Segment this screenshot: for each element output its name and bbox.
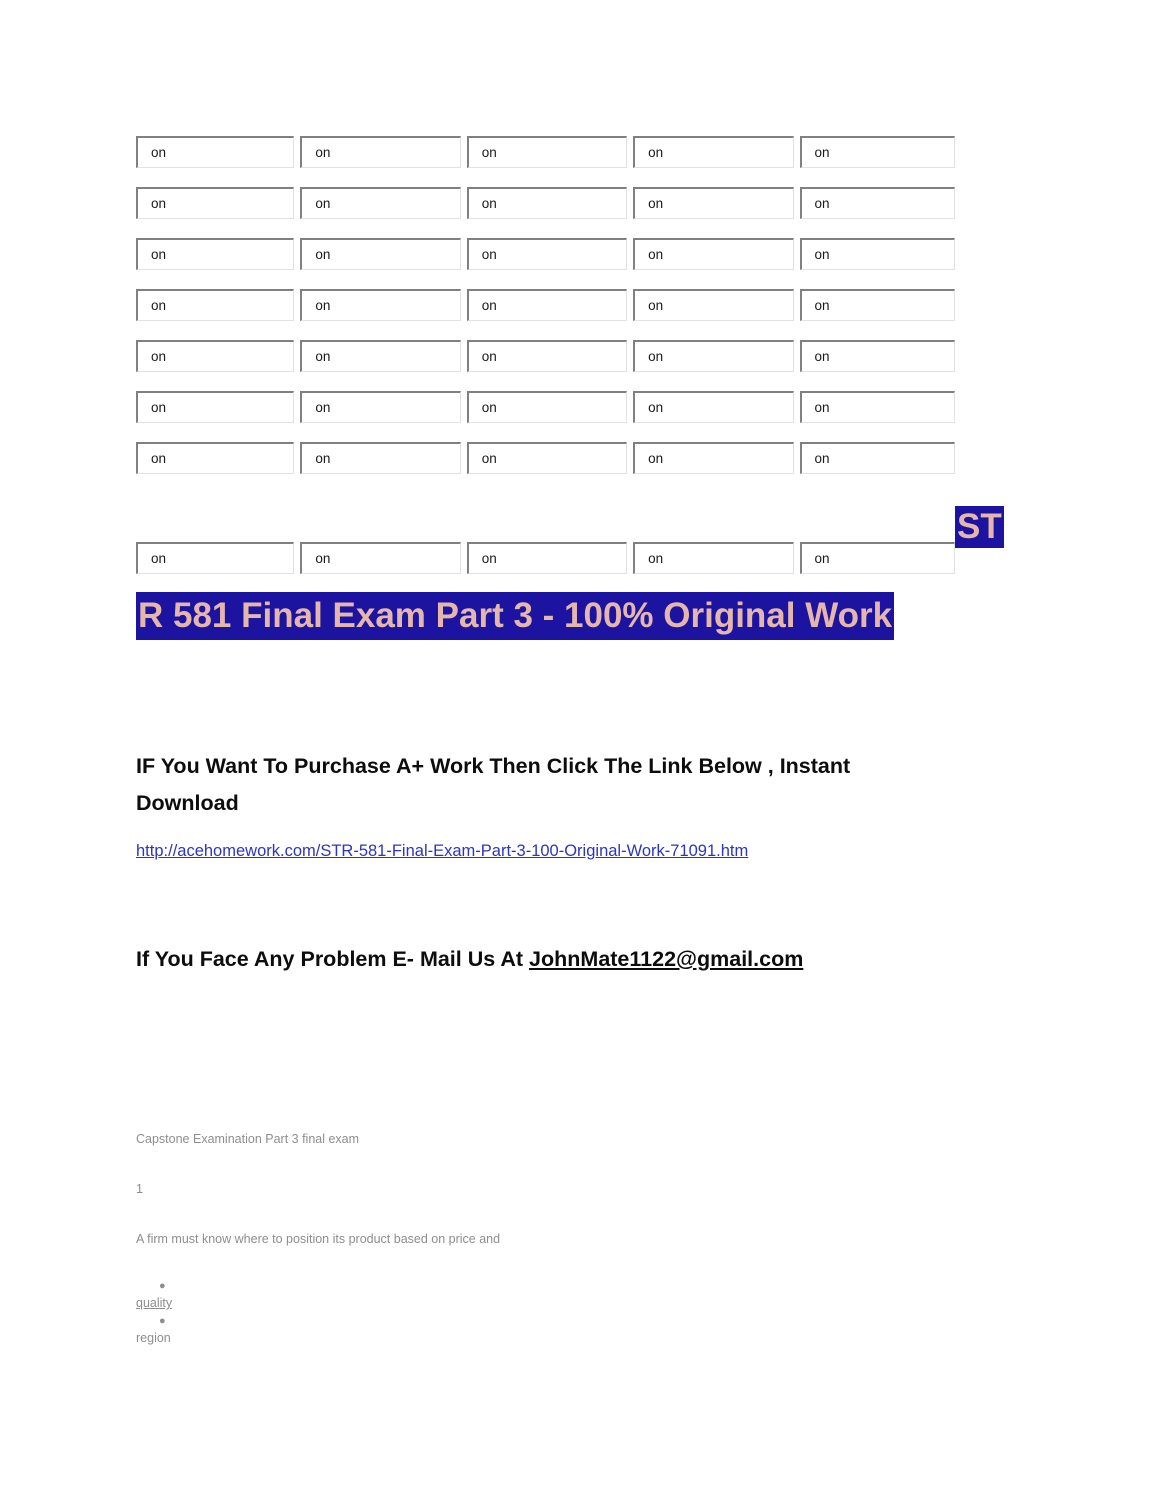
form-field-cell[interactable]: on [799, 391, 955, 423]
form-field-cell[interactable]: on [633, 391, 794, 423]
form-field-row: on on on on on [136, 391, 955, 423]
form-field-cell[interactable]: on [136, 340, 295, 372]
answer-option-label: quality [136, 1296, 173, 1310]
form-field-row: on on on on on [136, 442, 955, 474]
form-field-cell[interactable]: on [466, 542, 628, 574]
form-field-cell[interactable]: on [633, 289, 794, 321]
bullet-icon: ● [159, 1315, 166, 1327]
form-field-cell[interactable]: on [633, 136, 794, 168]
form-field-row: on on on on on [136, 187, 955, 219]
form-field-cell[interactable]: on [466, 289, 628, 321]
form-field-cell[interactable]: on [300, 442, 461, 474]
answer-option-list: ● quality ● region [136, 1278, 436, 1348]
form-field-table: on on on on on on on on on on on on on on on on on on on on… [136, 136, 955, 593]
form-field-cell[interactable]: on [799, 289, 955, 321]
form-field-cell[interactable]: on [466, 136, 628, 168]
form-field-cell[interactable]: on [633, 542, 794, 574]
form-field-cell[interactable]: on [633, 340, 794, 372]
form-field-cell[interactable]: on [466, 340, 628, 372]
form-field-cell[interactable]: on [300, 340, 461, 372]
form-field-cell[interactable]: on [633, 187, 794, 219]
form-field-cell[interactable]: on [799, 238, 955, 270]
page-title: R 581 Final Exam Part 3 - 100% Original … [136, 592, 895, 640]
form-field-cell[interactable]: on [300, 136, 461, 168]
form-field-cell[interactable]: on [300, 187, 461, 219]
form-field-cell[interactable]: on [300, 289, 461, 321]
purchase-link[interactable]: http://acehomework.com/STR-581-Final-Exa… [136, 842, 748, 861]
support-email-link[interactable]: JohnMate1122@gmail.com [529, 947, 803, 971]
answer-option[interactable]: ● region [136, 1313, 436, 1348]
form-field-cell[interactable]: on [799, 187, 955, 219]
support-heading: If You Face Any Problem E- Mail Us At Jo… [136, 947, 803, 972]
form-field-cell[interactable]: on [633, 442, 794, 474]
exam-label: Capstone Examination Part 3 final exam [136, 1132, 360, 1146]
form-field-row: on on on on on [136, 136, 955, 168]
form-field-cell[interactable]: on [633, 238, 794, 270]
question-text: A firm must know where to position its p… [136, 1232, 501, 1246]
form-field-cell[interactable]: on [136, 289, 295, 321]
document-page: on on on on on on on on on on on on on on on on on on on on… [0, 0, 1156, 1496]
form-field-cell[interactable]: on [799, 442, 955, 474]
form-field-row: on on on on on [136, 542, 955, 574]
form-field-cell[interactable]: on [300, 542, 461, 574]
form-field-row: on on on on on [136, 238, 955, 270]
form-field-row: on on on on on [136, 340, 955, 372]
form-field-cell[interactable]: on [136, 391, 295, 423]
form-field-cell[interactable]: on [136, 542, 295, 574]
form-field-cell[interactable]: on [466, 238, 628, 270]
question-number: 1 [136, 1182, 143, 1196]
form-field-cell[interactable]: on [799, 542, 955, 574]
form-field-cell[interactable]: on [466, 391, 628, 423]
form-field-cell[interactable]: on [799, 136, 955, 168]
form-field-cell[interactable]: on [300, 391, 461, 423]
form-field-cell[interactable]: on [799, 340, 955, 372]
form-field-cell[interactable]: on [136, 238, 295, 270]
form-field-cell[interactable]: on [300, 238, 461, 270]
answer-option[interactable]: ● quality [136, 1278, 436, 1313]
form-field-cell[interactable]: on [136, 136, 295, 168]
form-field-cell[interactable]: on [136, 442, 295, 474]
promo-heading: IF You Want To Purchase A+ Work Then Cli… [136, 754, 851, 815]
form-field-row: on on on on on [136, 289, 955, 321]
form-field-cell[interactable]: on [466, 187, 628, 219]
support-heading-text: If You Face Any Problem E- Mail Us At [136, 947, 530, 971]
bullet-icon: ● [159, 1280, 166, 1292]
form-field-cell[interactable]: on [136, 187, 295, 219]
form-field-cell[interactable]: on [466, 442, 628, 474]
answer-option-label: region [136, 1331, 171, 1345]
title-fragment-st: ST [955, 506, 1004, 548]
